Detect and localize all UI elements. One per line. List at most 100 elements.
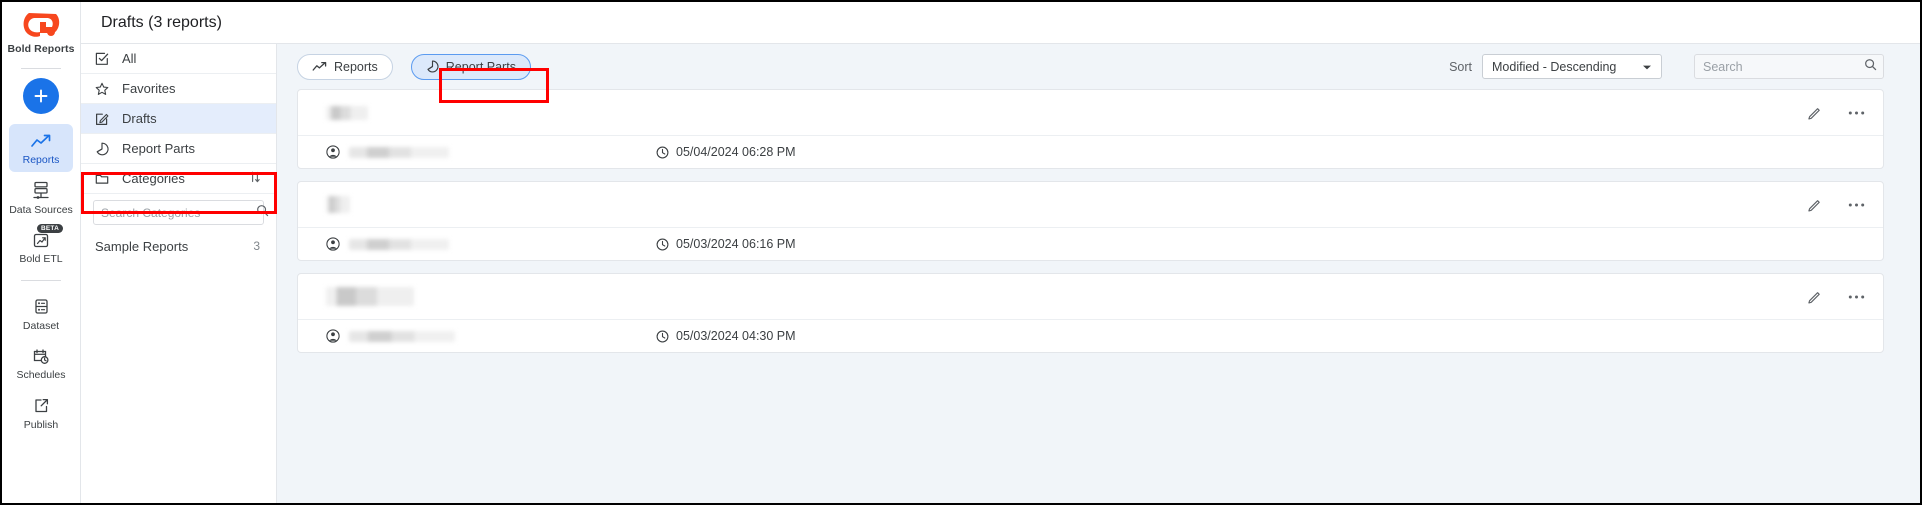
sidebar-item-label: Schedules xyxy=(16,369,66,382)
search-box[interactable] xyxy=(1694,54,1884,79)
report-card[interactable]: 05/04/2024 06:28 PM xyxy=(297,89,1884,169)
report-title-redacted xyxy=(326,105,368,120)
page-title: Drafts (3 reports) xyxy=(101,13,222,31)
report-title-redacted xyxy=(326,287,414,306)
body-area: All Favorites Drafts Report Parts Catego… xyxy=(81,44,1920,503)
sidebar-item-data-sources[interactable]: Data Sources xyxy=(9,174,73,222)
tab-label: Report Parts xyxy=(445,59,516,74)
rail-divider-middle xyxy=(21,279,61,281)
brand-label: Bold Reports xyxy=(7,43,75,55)
dataset-icon xyxy=(32,296,51,318)
draft-pencil-icon xyxy=(95,112,112,126)
clock-icon xyxy=(656,146,669,159)
sidebar-item-publish[interactable]: Publish xyxy=(9,389,73,437)
sidebar-item-label: Drafts xyxy=(122,111,157,126)
report-modified-text: 05/04/2024 06:28 PM xyxy=(676,145,796,159)
sidebar-item-report-parts[interactable]: Report Parts xyxy=(81,134,276,164)
report-card-header xyxy=(298,90,1883,135)
categories-label: Categories xyxy=(122,171,185,186)
pencil-icon[interactable] xyxy=(1807,105,1822,120)
more-horizontal-icon[interactable] xyxy=(1848,202,1865,207)
page-header: Drafts (3 reports) xyxy=(81,2,1920,44)
user-icon xyxy=(326,145,340,159)
sidebar-categories-header[interactable]: Categories xyxy=(81,164,276,194)
sidebar-item-schedules[interactable]: Schedules xyxy=(9,339,73,387)
category-count: 3 xyxy=(253,239,260,253)
star-icon xyxy=(95,82,112,96)
user-icon xyxy=(326,237,340,251)
main-panel: Reports Report Parts Sort Modified - Des… xyxy=(277,44,1920,503)
folder-icon xyxy=(95,172,112,186)
search-categories-input[interactable] xyxy=(101,205,256,220)
clock-icon xyxy=(656,238,669,251)
more-horizontal-icon[interactable] xyxy=(1848,110,1865,115)
report-card-header xyxy=(298,274,1883,319)
trending-up-icon xyxy=(312,61,327,72)
category-item-sample-reports[interactable]: Sample Reports 3 xyxy=(81,231,276,261)
database-icon xyxy=(31,180,51,202)
search-categories-container xyxy=(81,194,276,231)
pie-chart-icon xyxy=(95,142,112,156)
sidebar-item-label: Dataset xyxy=(22,319,60,332)
search-icon[interactable] xyxy=(1864,58,1877,76)
report-card-actions xyxy=(1807,105,1865,120)
report-card-actions xyxy=(1807,289,1865,304)
sort-arrows-icon[interactable] xyxy=(248,170,262,187)
report-owner-redacted xyxy=(349,238,449,250)
report-modified: 05/03/2024 04:30 PM xyxy=(656,329,796,343)
report-owner xyxy=(326,329,656,343)
report-modified: 05/04/2024 06:28 PM xyxy=(656,145,796,159)
report-card-meta: 05/04/2024 06:28 PM xyxy=(298,135,1883,168)
report-title-redacted xyxy=(326,196,350,213)
clock-icon xyxy=(656,330,669,343)
sidebar-item-dataset[interactable]: Dataset xyxy=(9,290,73,338)
sidebar-item-label: Publish xyxy=(23,418,59,431)
report-owner xyxy=(326,237,656,251)
report-owner xyxy=(326,145,656,159)
tab-label: Reports xyxy=(334,59,378,74)
report-modified-text: 05/03/2024 06:16 PM xyxy=(676,237,796,251)
sidebar-item-label: All xyxy=(122,51,137,66)
search-input[interactable] xyxy=(1703,59,1864,74)
report-card-actions xyxy=(1807,197,1865,212)
more-horizontal-icon[interactable] xyxy=(1848,294,1865,299)
report-card[interactable]: 05/03/2024 04:30 PM xyxy=(297,273,1884,353)
calendar-clock-icon xyxy=(31,345,51,367)
search-icon[interactable] xyxy=(256,204,269,222)
application-window: Bold Reports Reports Data Sources BETA B… xyxy=(0,0,1922,505)
sidebar-item-label: Favorites xyxy=(122,81,176,96)
tab-reports[interactable]: Reports xyxy=(297,53,393,80)
beta-badge: BETA xyxy=(36,224,63,234)
rail-divider-top xyxy=(21,68,61,69)
plus-icon xyxy=(34,89,48,103)
user-icon xyxy=(326,329,340,343)
sidebar-item-drafts[interactable]: Drafts xyxy=(81,104,276,134)
report-card[interactable]: 05/03/2024 06:16 PM xyxy=(297,181,1884,261)
tab-report-parts[interactable]: Report Parts xyxy=(410,53,531,80)
search-categories-box[interactable] xyxy=(93,200,269,225)
sort-value: Modified - Descending xyxy=(1492,59,1617,74)
content-region: Drafts (3 reports) All Favorites Drafts … xyxy=(81,2,1920,503)
pencil-icon[interactable] xyxy=(1807,289,1822,304)
sidebar-item-label: Data Sources xyxy=(9,203,73,216)
sidebar-item-label: Reports xyxy=(22,154,60,166)
report-card-meta: 05/03/2024 06:16 PM xyxy=(298,227,1883,260)
add-new-button[interactable] xyxy=(23,78,59,114)
sidebar-item-label: Report Parts xyxy=(122,141,195,156)
report-card-meta: 05/03/2024 04:30 PM xyxy=(298,319,1883,352)
sidebar-item-favorites[interactable]: Favorites xyxy=(81,74,276,104)
report-owner-redacted xyxy=(349,146,449,158)
sidebar-item-label: Bold ETL xyxy=(19,253,63,266)
bold-reports-logo-icon xyxy=(23,13,60,37)
trending-up-icon xyxy=(30,130,52,152)
sidebar-item-bold-etl[interactable]: BETA Bold ETL xyxy=(9,223,73,271)
category-label: Sample Reports xyxy=(95,238,189,254)
sidebar-item-all[interactable]: All xyxy=(81,44,276,74)
pencil-icon[interactable] xyxy=(1807,197,1822,212)
publish-icon xyxy=(32,395,51,417)
sidebar-item-reports[interactable]: Reports xyxy=(9,124,73,172)
sort-label: Sort xyxy=(1449,59,1472,74)
report-card-header xyxy=(298,182,1883,227)
report-card-list: 05/04/2024 06:28 PM 05/03/2024 06:16 PM … xyxy=(277,89,1920,503)
sort-dropdown[interactable]: Modified - Descending xyxy=(1482,54,1662,79)
